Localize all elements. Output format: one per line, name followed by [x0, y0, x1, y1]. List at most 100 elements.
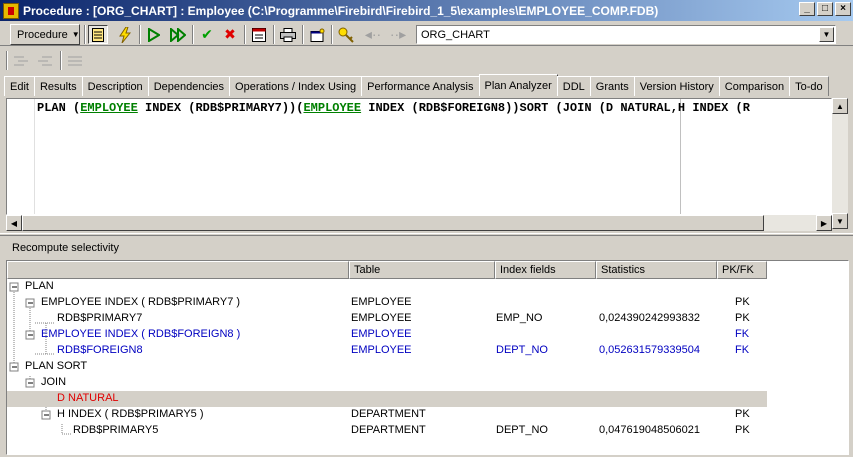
toolbar-separator [244, 25, 246, 44]
toolbar-separator [302, 25, 304, 44]
table-row[interactable]: JOIN [7, 375, 767, 391]
plan-node: D NATURAL [57, 392, 119, 404]
index-fields-cell: DEPT_NO [496, 344, 548, 356]
toolbar-separator [139, 25, 141, 44]
minimize-button[interactable]: _ [799, 2, 815, 16]
secondary-toolbar [0, 47, 853, 73]
forward-arrow-icon[interactable]: ··▸ [388, 25, 408, 44]
table-row[interactable]: PLAN [7, 279, 767, 295]
statistics-cell: 0,024390242993832 [599, 312, 700, 324]
editor-vertical-scrollbar[interactable]: ▲ ▼ [832, 98, 848, 229]
table-cell: DEPARTMENT [351, 408, 426, 420]
tab-results[interactable]: Results [33, 76, 83, 96]
toolbar-separator [6, 51, 8, 70]
tab-operations-index-using[interactable]: Operations / Index Using [229, 76, 363, 96]
tab-description[interactable]: Description [81, 76, 149, 96]
plan-text-line: PLAN (EMPLOYEE INDEX (RDB$PRIMARY7))(EMP… [37, 101, 750, 115]
tab-grants[interactable]: Grants [589, 76, 635, 96]
tab-edit[interactable]: Edit [4, 76, 35, 96]
run-step-icon[interactable] [168, 25, 188, 44]
maximize-button[interactable]: □ [817, 2, 833, 16]
indent-icon[interactable] [12, 51, 32, 70]
tab-plan-analyzer[interactable]: Plan Analyzer [478, 74, 558, 96]
procedure-menu-label: Procedure [17, 28, 68, 41]
scroll-left-icon[interactable]: ◀ [6, 215, 22, 231]
properties-icon[interactable] [307, 25, 327, 44]
scroll-thumb[interactable] [22, 215, 764, 231]
tab-to-do[interactable]: To-do [789, 76, 829, 96]
unindent-icon[interactable] [36, 51, 56, 70]
print-icon[interactable] [278, 25, 298, 44]
plan-node: PLAN [25, 280, 54, 292]
tab-dependencies[interactable]: Dependencies [147, 76, 231, 96]
tab-ddl[interactable]: DDL [556, 76, 591, 96]
recompute-selectivity-button[interactable]: Recompute selectivity [12, 242, 119, 254]
tab-comparison[interactable]: Comparison [718, 76, 791, 96]
procedure-combo-value: ORG_CHART [421, 28, 490, 41]
object-list-icon[interactable] [88, 25, 108, 44]
pkfk-cell: PK [735, 312, 750, 324]
title-bar[interactable]: Procedure : [ORG_CHART] : Employee (C:\P… [0, 0, 853, 21]
editor-tabs: Edit Results Description Dependencies Op… [4, 74, 829, 97]
table-cell: DEPARTMENT [351, 424, 426, 436]
table-link[interactable]: EMPLOYEE [80, 101, 138, 115]
statistics-cell: 0,047619048506021 [599, 424, 700, 436]
column-header-index-fields[interactable]: Index fields [495, 261, 596, 279]
plan-node: EMPLOYEE INDEX ( RDB$FOREIGN8 ) [41, 328, 241, 340]
procedure-combo[interactable]: ORG_CHART ▼ [416, 25, 836, 44]
toolbar-separator [331, 25, 333, 44]
run-icon[interactable] [144, 25, 164, 44]
tab-version-history[interactable]: Version History [633, 76, 720, 96]
table-row[interactable]: EMPLOYEE INDEX ( RDB$FOREIGN8 ) EMPLOYEE… [7, 327, 767, 343]
table-row[interactable]: RDB$PRIMARY5 DEPARTMENT DEPT_NO 0,047619… [7, 423, 767, 439]
plan-node: RDB$FOREIGN8 [57, 344, 143, 356]
table-cell: EMPLOYEE [351, 344, 412, 356]
table-link[interactable]: EMPLOYEE [303, 101, 361, 115]
rollback-cross-icon[interactable]: ✖ [220, 25, 240, 44]
close-button[interactable]: × [835, 2, 851, 16]
table-row[interactable]: D NATURAL [7, 391, 767, 407]
plan-text-editor[interactable]: PLAN (EMPLOYEE INDEX (RDB$PRIMARY7))(EMP… [6, 98, 832, 215]
table-row[interactable]: PLAN SORT [7, 359, 767, 375]
pane-splitter[interactable] [0, 233, 853, 236]
plan-text-segment: INDEX (RDB$FOREIGN8))SORT (JOIN (D NATUR… [361, 101, 750, 115]
procedure-menu-button[interactable]: Procedure ▼ [10, 24, 80, 45]
column-header-plan[interactable] [7, 261, 349, 279]
commit-check-icon[interactable]: ✔ [197, 25, 217, 44]
column-header-statistics[interactable]: Statistics [596, 261, 717, 279]
comment-icon[interactable] [66, 51, 86, 70]
combo-dropdown-icon[interactable]: ▼ [819, 27, 834, 42]
pkfk-cell: PK [735, 408, 750, 420]
toolbar-separator [192, 25, 194, 44]
scroll-right-icon[interactable]: ▶ [816, 215, 832, 231]
scroll-up-icon[interactable]: ▲ [832, 98, 848, 114]
scroll-down-icon[interactable]: ▼ [832, 213, 848, 229]
table-row[interactable]: RDB$FOREIGN8 EMPLOYEE DEPT_NO 0,05263157… [7, 343, 767, 359]
statistics-cell: 0,052631579339504 [599, 344, 700, 356]
table-row[interactable]: H INDEX ( RDB$PRIMARY5 ) DEPARTMENT PK [7, 407, 767, 423]
compile-lightning-icon[interactable] [115, 25, 135, 44]
plan-node: JOIN [41, 376, 67, 388]
pkfk-cell: FK [735, 328, 750, 340]
right-margin-line [680, 99, 681, 214]
plan-text-segment: INDEX (RDB$PRIMARY7))( [137, 101, 304, 115]
table-row[interactable]: RDB$PRIMARY7 EMPLOYEE EMP_NO 0,024390242… [7, 311, 767, 327]
table-cell: EMPLOYEE [351, 296, 412, 308]
table-row[interactable]: EMPLOYEE INDEX ( RDB$PRIMARY7 ) EMPLOYEE… [7, 295, 767, 311]
toolbar-separator [273, 25, 275, 44]
app-icon [3, 2, 19, 19]
editor-horizontal-scrollbar[interactable]: ◀ ▶ [6, 215, 832, 231]
column-header-table[interactable]: Table [349, 261, 495, 279]
plan-node: PLAN SORT [25, 360, 88, 372]
back-arrow-icon[interactable]: ◂·· [363, 25, 383, 44]
editor-gutter [7, 99, 35, 214]
column-header-pk-fk[interactable]: PK/FK [717, 261, 767, 279]
plan-node: H INDEX ( RDB$PRIMARY5 ) [57, 408, 204, 420]
calendar-icon[interactable] [249, 25, 269, 44]
key-tools-icon[interactable] [336, 25, 356, 44]
window-controls: _ □ × [799, 2, 851, 16]
plan-tree-grid[interactable]: Table Index fields Statistics PK/FK PLAN… [6, 260, 849, 455]
tab-performance-analysis[interactable]: Performance Analysis [361, 76, 480, 96]
dropdown-arrow-icon: ▼ [71, 30, 80, 39]
table-cell: EMPLOYEE [351, 328, 412, 340]
